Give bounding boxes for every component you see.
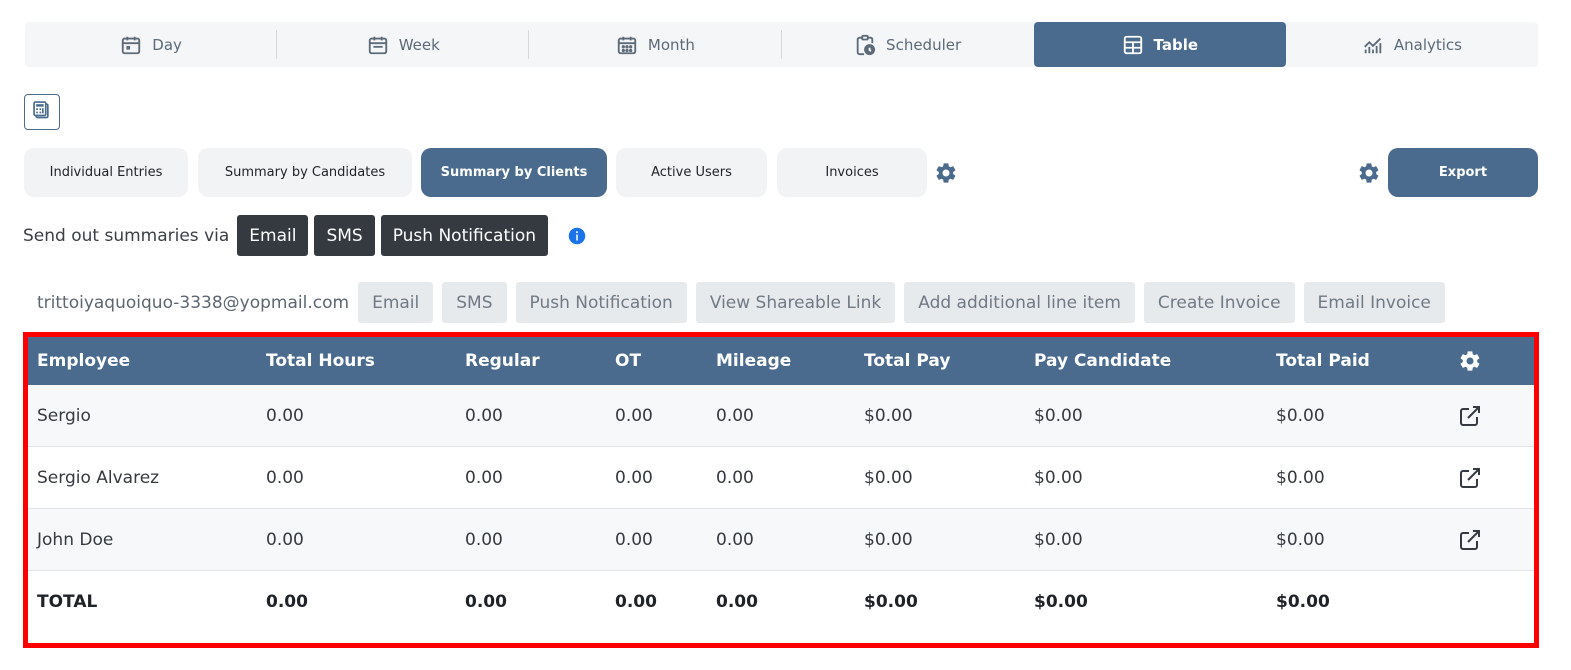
total-paid: $0.00 [1276, 405, 1325, 426]
view-tabs: Day Week Month Scheduler Table Analytics [25, 22, 1538, 67]
mileage: 0.00 [716, 405, 754, 426]
column-header[interactable]: Employee [37, 337, 130, 385]
table-row: Sergio 0.00 0.00 0.00 0.00 $0.00 $0.00 $… [28, 385, 1534, 447]
open-external-icon[interactable] [1458, 385, 1482, 446]
total-label: TOTAL [37, 592, 98, 612]
total-paid-sum: $0.00 [1276, 592, 1330, 612]
tab-summary-by-clients[interactable]: Summary by Clients [421, 148, 607, 197]
employee-name: John Doe [37, 529, 114, 550]
pay-candidate: $0.00 [1034, 467, 1083, 488]
info-icon[interactable] [568, 227, 586, 245]
tab-active-users[interactable]: Active Users [616, 148, 767, 197]
tab-individual-entries[interactable]: Individual Entries [24, 148, 188, 197]
column-header[interactable]: OT [615, 337, 641, 385]
calendar-week-icon [367, 34, 389, 56]
send-summaries-label: Send out summaries via [23, 225, 230, 246]
tab-analytics[interactable]: Analytics [1286, 22, 1538, 67]
column-header[interactable]: Mileage [716, 337, 791, 385]
table-row: Sergio Alvarez 0.00 0.00 0.00 0.00 $0.00… [28, 447, 1534, 509]
send-sms-button[interactable]: SMS [314, 215, 375, 256]
regular-sum: 0.00 [465, 592, 507, 612]
regular-hours: 0.00 [465, 405, 503, 426]
total-pay: $0.00 [864, 467, 913, 488]
table-header: Employee Total Hours Regular OT Mileage … [28, 337, 1534, 385]
mileage-sum: 0.00 [716, 592, 758, 612]
create-invoice-button[interactable]: Create Invoice [1143, 282, 1295, 323]
total-pay: $0.00 [864, 405, 913, 426]
ot-hours: 0.00 [615, 405, 653, 426]
regular-hours: 0.00 [465, 529, 503, 550]
total-hours: 0.00 [266, 405, 304, 426]
tab-label: Table [1153, 35, 1199, 54]
calendar-day-icon [120, 34, 142, 56]
tabs-settings-gear-icon[interactable] [933, 160, 959, 186]
tab-label: Analytics [1393, 35, 1462, 54]
total-pay-sum: $0.00 [864, 592, 918, 612]
mileage: 0.00 [716, 467, 754, 488]
total-hours: 0.00 [266, 467, 304, 488]
export-settings-gear-icon[interactable] [1356, 160, 1382, 186]
tab-label: Week [398, 35, 440, 54]
client-email-button[interactable]: Email [358, 282, 434, 323]
regular-hours: 0.00 [465, 467, 503, 488]
tab-invoices[interactable]: Invoices [777, 148, 927, 197]
calculator-icon [32, 100, 52, 124]
add-line-item-button[interactable]: Add additional line item [904, 282, 1135, 323]
total-pay: $0.00 [864, 529, 913, 550]
column-header[interactable]: Total Paid [1276, 337, 1370, 385]
tab-day[interactable]: Day [25, 22, 278, 67]
column-settings-gear-icon[interactable] [1458, 337, 1482, 385]
total-hours: 0.00 [266, 529, 304, 550]
tab-summary-by-candidates[interactable]: Summary by Candidates [198, 148, 412, 197]
pay-candidate: $0.00 [1034, 405, 1083, 426]
pay-candidate-sum: $0.00 [1034, 592, 1088, 612]
table-total-row: TOTAL 0.00 0.00 0.00 0.00 $0.00 $0.00 $0… [28, 571, 1534, 633]
client-email: trittoiyaquoiquo-3338@yopmail.com [37, 292, 350, 313]
tab-label: Scheduler [886, 35, 962, 54]
client-sms-button[interactable]: SMS [442, 282, 507, 323]
send-push-button[interactable]: Push Notification [380, 215, 549, 256]
send-summaries-row: Send out summaries via Email SMS Push No… [23, 215, 586, 256]
tab-table[interactable]: Table [1033, 22, 1286, 67]
summary-table: Employee Total Hours Regular OT Mileage … [23, 332, 1539, 648]
send-email-button[interactable]: Email [237, 215, 309, 256]
total-paid: $0.00 [1276, 529, 1325, 550]
view-shareable-link-button[interactable]: View Shareable Link [695, 282, 896, 323]
calculator-button[interactable] [24, 94, 60, 130]
calendar-month-icon [616, 34, 638, 56]
column-header[interactable]: Total Hours [266, 337, 375, 385]
column-header[interactable]: Pay Candidate [1034, 337, 1171, 385]
export-button[interactable]: Export [1388, 148, 1538, 197]
open-external-icon[interactable] [1458, 447, 1482, 508]
client-push-button[interactable]: Push Notification [515, 282, 687, 323]
mileage: 0.00 [716, 529, 754, 550]
tab-month[interactable]: Month [529, 22, 782, 67]
employee-name: Sergio Alvarez [37, 467, 160, 488]
chart-icon [1362, 34, 1384, 56]
total-paid: $0.00 [1276, 467, 1325, 488]
ot-sum: 0.00 [615, 592, 657, 612]
employee-name: Sergio [37, 405, 91, 426]
pay-candidate: $0.00 [1034, 529, 1083, 550]
tab-scheduler[interactable]: Scheduler [782, 22, 1034, 67]
ot-hours: 0.00 [615, 529, 653, 550]
tab-label: Month [647, 35, 695, 54]
client-actions-row: trittoiyaquoiquo-3338@yopmail.com Email … [37, 282, 1454, 323]
tab-label: Day [152, 35, 182, 54]
column-header[interactable]: Total Pay [864, 337, 950, 385]
table-row: John Doe 0.00 0.00 0.00 0.00 $0.00 $0.00… [28, 509, 1534, 571]
ot-hours: 0.00 [615, 467, 653, 488]
email-invoice-button[interactable]: Email Invoice [1303, 282, 1445, 323]
table-icon [1122, 34, 1144, 56]
tab-week[interactable]: Week [277, 22, 530, 67]
open-external-icon[interactable] [1458, 509, 1482, 570]
total-hours-sum: 0.00 [266, 592, 308, 612]
column-header[interactable]: Regular [465, 337, 540, 385]
clipboard-clock-icon [854, 34, 876, 56]
